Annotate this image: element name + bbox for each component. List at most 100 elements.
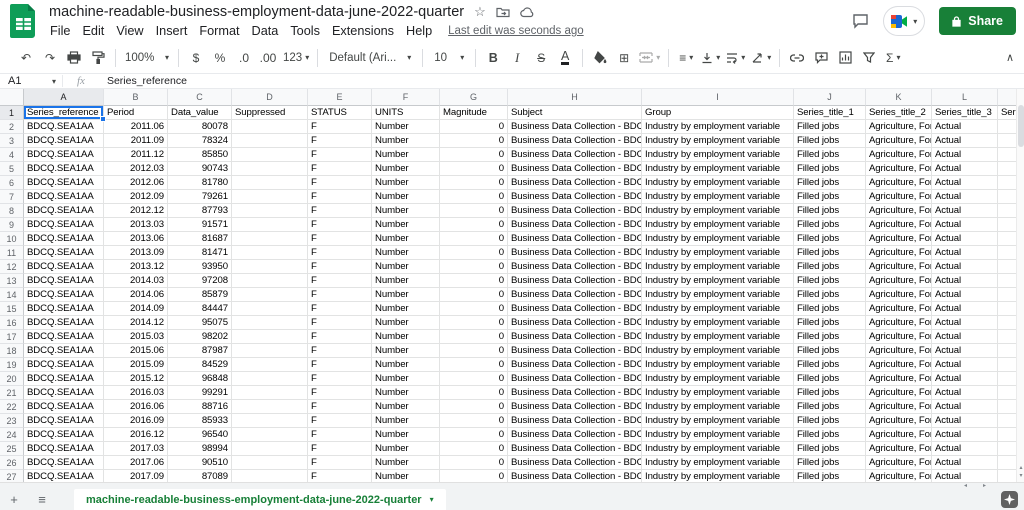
cell-J27[interactable]: Filled jobs bbox=[794, 470, 866, 482]
cell-H25[interactable]: Business Data Collection - BDC bbox=[508, 442, 642, 456]
cell-E15[interactable]: F bbox=[308, 302, 372, 316]
italic-button[interactable]: I bbox=[505, 46, 529, 70]
row-header-6[interactable]: 6 bbox=[0, 176, 24, 190]
format-percent-button[interactable]: % bbox=[208, 46, 232, 70]
cell-I3[interactable]: Industry by employment variable bbox=[642, 134, 794, 148]
cell-A15[interactable]: BDCQ.SEA1AA bbox=[24, 302, 104, 316]
cell-F16[interactable]: Number bbox=[372, 316, 440, 330]
cell-J3[interactable]: Filled jobs bbox=[794, 134, 866, 148]
cell-K13[interactable]: Agriculture, Fore bbox=[866, 274, 932, 288]
cell-E11[interactable]: F bbox=[308, 246, 372, 260]
borders-button[interactable]: ⊞ bbox=[612, 46, 636, 70]
cell-J7[interactable]: Filled jobs bbox=[794, 190, 866, 204]
cell-L26[interactable]: Actual bbox=[932, 456, 998, 470]
vertical-align-button[interactable]: ▾ bbox=[698, 46, 723, 70]
cell-C26[interactable]: 90510 bbox=[168, 456, 232, 470]
cell-L10[interactable]: Actual bbox=[932, 232, 998, 246]
row-header-7[interactable]: 7 bbox=[0, 190, 24, 204]
increase-decimal-button[interactable]: .00 bbox=[256, 46, 280, 70]
cell-C24[interactable]: 96540 bbox=[168, 428, 232, 442]
cell-B24[interactable]: 2016.12 bbox=[104, 428, 168, 442]
text-wrap-button[interactable]: ▾ bbox=[723, 46, 748, 70]
cell-B8[interactable]: 2012.12 bbox=[104, 204, 168, 218]
cell-D2[interactable] bbox=[232, 120, 308, 134]
row-header-25[interactable]: 25 bbox=[0, 442, 24, 456]
comment-history-icon[interactable] bbox=[852, 13, 869, 29]
cell-G9[interactable]: 0 bbox=[440, 218, 508, 232]
row-header-10[interactable]: 10 bbox=[0, 232, 24, 246]
column-header-A[interactable]: A bbox=[24, 89, 104, 106]
cell-E4[interactable]: F bbox=[308, 148, 372, 162]
cell-C12[interactable]: 93950 bbox=[168, 260, 232, 274]
cell-L4[interactable]: Actual bbox=[932, 148, 998, 162]
cell-H22[interactable]: Business Data Collection - BDC bbox=[508, 400, 642, 414]
bold-button[interactable]: B bbox=[481, 46, 505, 70]
cell-F22[interactable]: Number bbox=[372, 400, 440, 414]
cell-G5[interactable]: 0 bbox=[440, 162, 508, 176]
cell-F3[interactable]: Number bbox=[372, 134, 440, 148]
cell-J24[interactable]: Filled jobs bbox=[794, 428, 866, 442]
cell-A12[interactable]: BDCQ.SEA1AA bbox=[24, 260, 104, 274]
cell-H5[interactable]: Business Data Collection - BDC bbox=[508, 162, 642, 176]
cell-B5[interactable]: 2012.03 bbox=[104, 162, 168, 176]
cell-G19[interactable]: 0 bbox=[440, 358, 508, 372]
cell-A2[interactable]: BDCQ.SEA1AA bbox=[24, 120, 104, 134]
cell-D12[interactable] bbox=[232, 260, 308, 274]
cell-K11[interactable]: Agriculture, Fore bbox=[866, 246, 932, 260]
explore-button[interactable] bbox=[1001, 491, 1018, 508]
cell-G26[interactable]: 0 bbox=[440, 456, 508, 470]
cell-J14[interactable]: Filled jobs bbox=[794, 288, 866, 302]
cell-L27[interactable]: Actual bbox=[932, 470, 998, 482]
cell-I17[interactable]: Industry by employment variable bbox=[642, 330, 794, 344]
cell-B20[interactable]: 2015.12 bbox=[104, 372, 168, 386]
cloud-status-icon[interactable] bbox=[520, 7, 535, 18]
cell-G15[interactable]: 0 bbox=[440, 302, 508, 316]
cell-G18[interactable]: 0 bbox=[440, 344, 508, 358]
undo-button[interactable]: ↶ bbox=[14, 46, 38, 70]
cell-A22[interactable]: BDCQ.SEA1AA bbox=[24, 400, 104, 414]
cell-E5[interactable]: F bbox=[308, 162, 372, 176]
cell-L17[interactable]: Actual bbox=[932, 330, 998, 344]
insert-comment-button[interactable] bbox=[809, 46, 833, 70]
cell-H15[interactable]: Business Data Collection - BDC bbox=[508, 302, 642, 316]
star-icon[interactable]: ☆ bbox=[474, 4, 486, 20]
cell-M12[interactable] bbox=[998, 260, 1016, 274]
row-header-17[interactable]: 17 bbox=[0, 330, 24, 344]
cell-A18[interactable]: BDCQ.SEA1AA bbox=[24, 344, 104, 358]
print-button[interactable] bbox=[62, 46, 86, 70]
cell-I18[interactable]: Industry by employment variable bbox=[642, 344, 794, 358]
cell-E16[interactable]: F bbox=[308, 316, 372, 330]
cell-D14[interactable] bbox=[232, 288, 308, 302]
cell-H12[interactable]: Business Data Collection - BDC bbox=[508, 260, 642, 274]
cell-E10[interactable]: F bbox=[308, 232, 372, 246]
cell-M23[interactable] bbox=[998, 414, 1016, 428]
insert-chart-button[interactable] bbox=[833, 46, 857, 70]
vertical-scrollbar[interactable]: ▴ ▾ bbox=[1016, 89, 1024, 482]
cell-K9[interactable]: Agriculture, Fore bbox=[866, 218, 932, 232]
cell-J10[interactable]: Filled jobs bbox=[794, 232, 866, 246]
cell-A14[interactable]: BDCQ.SEA1AA bbox=[24, 288, 104, 302]
cell-I22[interactable]: Industry by employment variable bbox=[642, 400, 794, 414]
cell-G11[interactable]: 0 bbox=[440, 246, 508, 260]
row-header-8[interactable]: 8 bbox=[0, 204, 24, 218]
cell-J15[interactable]: Filled jobs bbox=[794, 302, 866, 316]
cell-F15[interactable]: Number bbox=[372, 302, 440, 316]
row-header-27[interactable]: 27 bbox=[0, 470, 24, 482]
cell-B19[interactable]: 2015.09 bbox=[104, 358, 168, 372]
cell-G8[interactable]: 0 bbox=[440, 204, 508, 218]
row-header-11[interactable]: 11 bbox=[0, 246, 24, 260]
redo-button[interactable]: ↷ bbox=[38, 46, 62, 70]
menu-file[interactable]: File bbox=[49, 24, 76, 38]
cell-H4[interactable]: Business Data Collection - BDC bbox=[508, 148, 642, 162]
cell-B7[interactable]: 2012.09 bbox=[104, 190, 168, 204]
cell-L12[interactable]: Actual bbox=[932, 260, 998, 274]
cell-F18[interactable]: Number bbox=[372, 344, 440, 358]
cell-K1[interactable]: Series_title_2 bbox=[866, 106, 932, 120]
cell-J6[interactable]: Filled jobs bbox=[794, 176, 866, 190]
cell-G25[interactable]: 0 bbox=[440, 442, 508, 456]
cell-K4[interactable]: Agriculture, Fore bbox=[866, 148, 932, 162]
share-button[interactable]: Share bbox=[939, 7, 1016, 35]
cell-M20[interactable] bbox=[998, 372, 1016, 386]
cell-E18[interactable]: F bbox=[308, 344, 372, 358]
cell-M25[interactable] bbox=[998, 442, 1016, 456]
